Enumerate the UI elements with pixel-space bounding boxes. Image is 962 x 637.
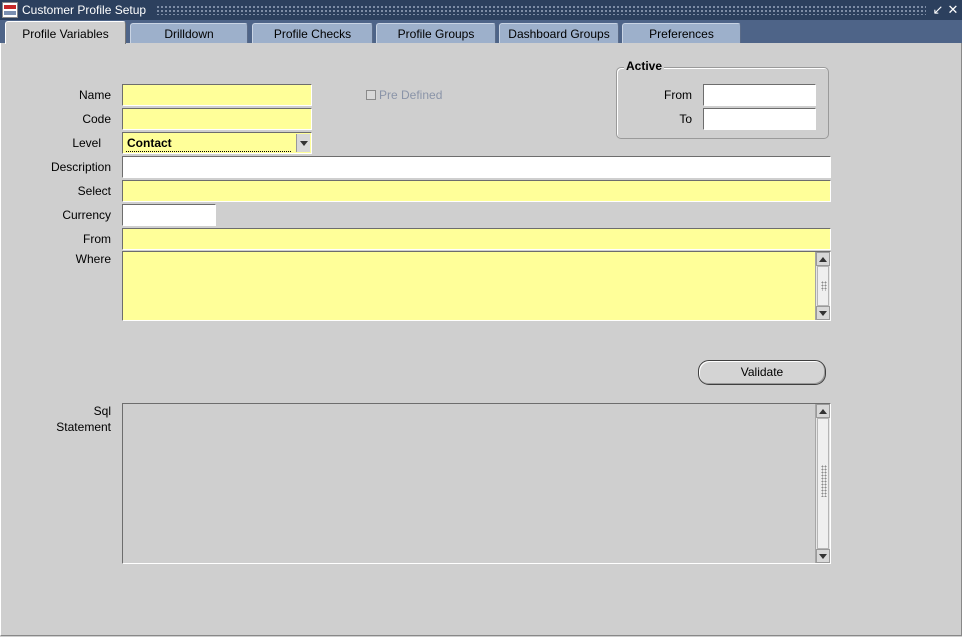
level-select[interactable]: Contact xyxy=(122,132,312,154)
close-icon[interactable]: ✕ xyxy=(946,2,960,18)
tab-profile-checks[interactable]: Profile Checks xyxy=(252,23,373,43)
tab-dashboard-groups[interactable]: Dashboard Groups xyxy=(499,23,619,43)
where-label: Where xyxy=(75,252,111,266)
code-label: Code xyxy=(82,112,111,126)
level-selected-value: Contact xyxy=(127,136,172,150)
level-label: Level xyxy=(72,136,101,150)
tab-drilldown[interactable]: Drilldown xyxy=(130,23,248,43)
description-field[interactable] xyxy=(122,156,831,178)
select-clause-field[interactable] xyxy=(122,180,831,202)
oracle-app-icon xyxy=(2,2,18,18)
tab-profile-groups[interactable]: Profile Groups xyxy=(376,23,496,43)
sql-scroll-thumb[interactable] xyxy=(817,418,829,549)
from-clause-field[interactable] xyxy=(122,228,831,250)
predefined-checkbox-box[interactable] xyxy=(366,90,376,100)
where-scrollbar[interactable] xyxy=(815,252,830,320)
window-titlebar[interactable]: Customer Profile Setup ↙ ✕ xyxy=(0,0,962,20)
predefined-label: Pre Defined xyxy=(379,88,443,102)
currency-field[interactable] xyxy=(122,204,216,226)
minimize-icon[interactable]: ↙ xyxy=(931,2,945,18)
scroll-up-icon[interactable] xyxy=(816,404,830,418)
scroll-grip-icon xyxy=(821,465,827,497)
chevron-down-icon[interactable] xyxy=(296,134,310,152)
sql-label-line2: Statement xyxy=(56,420,111,434)
description-label: Description xyxy=(50,160,111,174)
tab-profile-variables[interactable]: Profile Variables xyxy=(5,21,126,44)
tab-preferences[interactable]: Preferences xyxy=(622,23,741,43)
from-label: From xyxy=(83,232,111,246)
scroll-up-icon[interactable] xyxy=(816,252,830,266)
sql-statement-textarea[interactable] xyxy=(122,403,831,564)
validate-button[interactable]: Validate xyxy=(698,360,826,385)
active-from-label: From xyxy=(664,88,692,102)
active-to-date-field[interactable] xyxy=(703,108,816,130)
titlebar-drag-grip[interactable] xyxy=(156,5,926,15)
scroll-grip-icon xyxy=(821,281,827,291)
where-scroll-thumb[interactable] xyxy=(817,266,829,306)
select-label: Select xyxy=(77,184,111,198)
where-clause-textarea[interactable] xyxy=(122,251,831,321)
active-from-date-field[interactable] xyxy=(703,84,816,106)
currency-label: Currency xyxy=(62,208,111,222)
code-field[interactable] xyxy=(122,108,312,130)
name-field[interactable] xyxy=(122,84,312,106)
scroll-down-icon[interactable] xyxy=(816,549,830,563)
level-focus-indicator xyxy=(126,151,291,152)
window-title: Customer Profile Setup xyxy=(22,3,147,17)
sql-scrollbar[interactable] xyxy=(815,404,830,563)
name-label: Name xyxy=(78,88,111,102)
sql-label-line1: Sql xyxy=(93,404,111,418)
active-to-label: To xyxy=(679,112,692,126)
predefined-checkbox[interactable]: Pre Defined xyxy=(366,88,442,102)
scroll-down-icon[interactable] xyxy=(816,306,830,320)
active-group-title: Active xyxy=(624,59,665,73)
